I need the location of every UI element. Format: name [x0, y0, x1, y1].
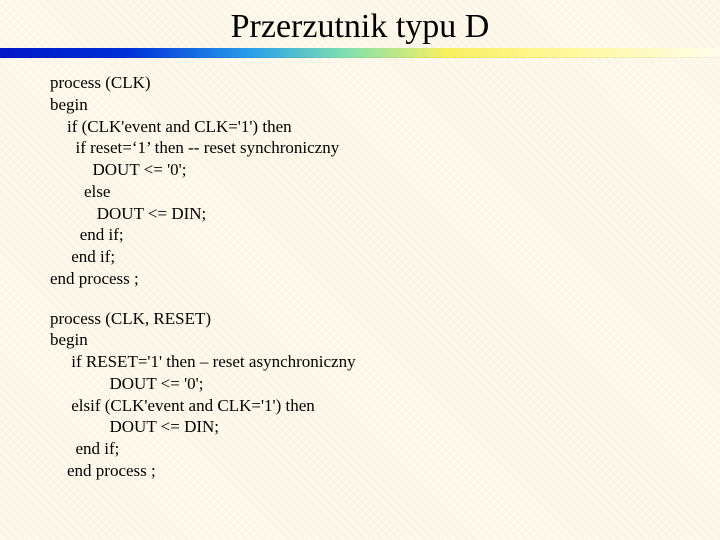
spacer	[50, 290, 720, 308]
code-block-async: process (CLK, RESET) begin if RESET='1' …	[50, 308, 720, 482]
content-area: process (CLK) begin if (CLK'event and CL…	[0, 58, 720, 482]
gradient-divider	[0, 48, 720, 58]
code-block-sync: process (CLK) begin if (CLK'event and CL…	[50, 72, 720, 290]
page-title: Przerzutnik typu D	[231, 8, 490, 46]
title-area: Przerzutnik typu D	[0, 0, 720, 46]
